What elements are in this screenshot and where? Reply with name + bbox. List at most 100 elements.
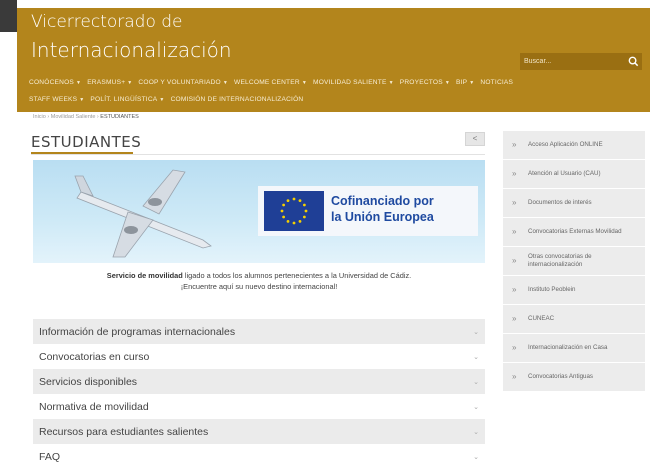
share-icon: < (472, 134, 478, 143)
sidebar-link[interactable]: » Internacionalización en Casa (503, 334, 645, 363)
caret-down-icon: ▼ (127, 80, 133, 86)
breadcrumb: Inicio › Movilidad Saliente › ESTUDIANTE… (33, 114, 139, 120)
nav-item-label: ERASMUS+ (87, 79, 126, 86)
main-nav: CONÓCENOS ▼ ERASMUS+ ▼ COOP Y VOLUNTARIADO ▼ W… (29, 74, 649, 108)
double-chevron-right-icon: » (512, 372, 517, 381)
accordion-item-label: Normativa de movilidad (39, 400, 149, 413)
sidebar-link[interactable]: » Convocatorias Externas Movilidad (503, 218, 645, 247)
eu-funding-badge: Cofinanciado por la Unión Europea (258, 186, 478, 236)
accordion: Información de programas internacionales… (33, 319, 485, 463)
nav-item-label: COOP Y VOLUNTARIADO (138, 79, 221, 86)
eu-star-icon (282, 215, 286, 219)
eu-star-icon (298, 219, 302, 223)
nav-item-label: PROYECTOS (399, 79, 443, 86)
intro-text: Servicio de movilidad ligado a todos los… (33, 270, 485, 292)
title-rule (31, 154, 485, 155)
double-chevron-right-icon: » (512, 140, 517, 149)
accordion-item[interactable]: Servicios disponibles ⌄ (33, 369, 485, 394)
sidebar-link-label: Convocatorias Antiguas (528, 373, 594, 380)
caret-down-icon: ▼ (79, 97, 85, 103)
double-chevron-right-icon: » (512, 198, 517, 207)
nav-row1-item-1[interactable]: ERASMUS+ ▼ (87, 79, 132, 86)
airplane-image (74, 169, 212, 258)
sidebar-link[interactable]: » Documentos de interés (503, 189, 645, 218)
eu-star-icon (286, 199, 290, 203)
chevron-down-icon: ⌄ (473, 403, 479, 411)
sidebar-link[interactable]: » Instituto Peoblein (503, 276, 645, 305)
share-button[interactable]: < (465, 132, 485, 146)
eu-star-icon (302, 215, 306, 219)
site-header: Vicerrectorado de Internacionalización C… (17, 8, 650, 112)
eu-funding-text: Cofinanciado por la Unión Europea (331, 193, 434, 225)
search-icon[interactable] (627, 55, 640, 68)
search-box (520, 53, 642, 70)
nav-row2-item-0[interactable]: STAFF WEEKS ▼ (29, 96, 84, 103)
left-dark-strip (0, 0, 17, 32)
eu-star-icon (304, 209, 308, 213)
accordion-item[interactable]: Convocatorias en curso ⌄ (33, 344, 485, 369)
nav-row1-item-6[interactable]: BIP ▼ (456, 79, 474, 86)
intro-rest: ligado a todos los alumnos perteneciente… (182, 271, 412, 280)
eu-star-icon (302, 203, 306, 207)
sidebar-link[interactable]: » Atención al Usuario (CAU) (503, 160, 645, 189)
accordion-item-label: Convocatorias en curso (39, 350, 150, 363)
double-chevron-right-icon: » (512, 343, 517, 352)
nav-item-label: STAFF WEEKS (29, 96, 78, 103)
nav-row1-item-0[interactable]: CONÓCENOS ▼ (29, 79, 81, 86)
sidebar-link-label: Instituto Peoblein (528, 286, 576, 293)
caret-down-icon: ▼ (388, 80, 394, 86)
caret-down-icon: ▼ (444, 80, 450, 86)
accordion-item[interactable]: Información de programas internacionales… (33, 319, 485, 344)
double-chevron-right-icon: » (512, 256, 517, 265)
eu-star-icon (280, 209, 284, 213)
accordion-item[interactable]: FAQ ⌄ (33, 444, 485, 463)
nav-item-label: WELCOME CENTER (234, 79, 300, 86)
nav-row2-item-1[interactable]: POLÍT. LINGÜÍSTICA ▼ (90, 96, 164, 103)
nav-item-label: BIP (456, 79, 468, 86)
double-chevron-right-icon: » (512, 285, 517, 294)
sidebar-link-label: CUNEAC (528, 315, 555, 322)
intro-line2: ¡Encuentre aquí su nuevo destino interna… (180, 282, 338, 291)
caret-down-icon: ▼ (222, 80, 229, 86)
breadcrumb-parent[interactable]: Movilidad Saliente (51, 114, 96, 120)
breadcrumb-current: ESTUDIANTES (100, 114, 139, 120)
eu-star-icon (298, 199, 302, 203)
nav-item-label: POLÍT. LINGÜÍSTICA (90, 96, 158, 103)
main-nav-row-2: STAFF WEEKS ▼ POLÍT. LINGÜÍSTICA ▼ COMISIÓN … (29, 91, 649, 108)
nav-row1-item-5[interactable]: PROYECTOS ▼ (400, 79, 450, 86)
double-chevron-right-icon: » (512, 314, 517, 323)
nav-row1-item-2[interactable]: COOP Y VOLUNTARIADO ▼ (138, 79, 228, 86)
search-input[interactable] (520, 53, 624, 70)
eu-star-icon (286, 219, 290, 223)
eu-star-icon (282, 203, 286, 207)
nav-item-label: NOTICIAS (480, 79, 514, 86)
site-title-line2[interactable]: Internacionalización (31, 38, 232, 62)
intro-bold: Servicio de movilidad (106, 271, 183, 280)
double-chevron-right-icon: » (512, 227, 517, 236)
sidebar-link[interactable]: » Acceso Aplicación ONLINE (503, 131, 645, 160)
sidebar-link[interactable]: » Convocatorias Antiguas (503, 363, 645, 392)
sidebar-link[interactable]: » Otras convocatorias de internacionaliza… (503, 247, 645, 276)
nav-row1-item-4[interactable]: MOVILIDAD SALIENTE ▼ (313, 79, 394, 86)
nav-row1-item-3[interactable]: WELCOME CENTER ▼ (234, 79, 307, 86)
eu-star-icon (292, 197, 296, 201)
sidebar-links: » Acceso Aplicación ONLINE » Atención al Us… (503, 131, 645, 392)
accordion-item[interactable]: Normativa de movilidad ⌄ (33, 394, 485, 419)
accordion-item-label: Recursos para estudiantes salientes (39, 425, 209, 438)
main-nav-row-1: CONÓCENOS ▼ ERASMUS+ ▼ COOP Y VOLUNTARIADO ▼ W… (29, 74, 649, 91)
eu-funding-line2: la Unión Europea (331, 210, 434, 224)
nav-row1-item-7[interactable]: NOTICIAS (480, 79, 513, 86)
nav-row2-item-2[interactable]: COMISIÓN DE INTERNACIONALIZACIÓN (171, 96, 304, 103)
caret-down-icon: ▼ (76, 80, 82, 86)
banner-image: Cofinanciado por la Unión Europea (33, 160, 485, 263)
accordion-item-label: Servicios disponibles (39, 375, 138, 388)
caret-down-icon: ▼ (469, 80, 475, 86)
accordion-item[interactable]: Recursos para estudiantes salientes ⌄ (33, 419, 485, 444)
sidebar-link-label: Convocatorias Externas Movilidad (528, 228, 622, 235)
sidebar-link[interactable]: » CUNEAC (503, 305, 645, 334)
breadcrumb-home[interactable]: Inicio (33, 114, 46, 120)
page-title: ESTUDIANTES (31, 133, 142, 151)
intro-line1: Servicio de movilidad ligado a todos los… (33, 270, 485, 281)
site-title-line1[interactable]: Vicerrectorado de (31, 12, 183, 32)
chevron-down-icon: ⌄ (473, 453, 479, 461)
